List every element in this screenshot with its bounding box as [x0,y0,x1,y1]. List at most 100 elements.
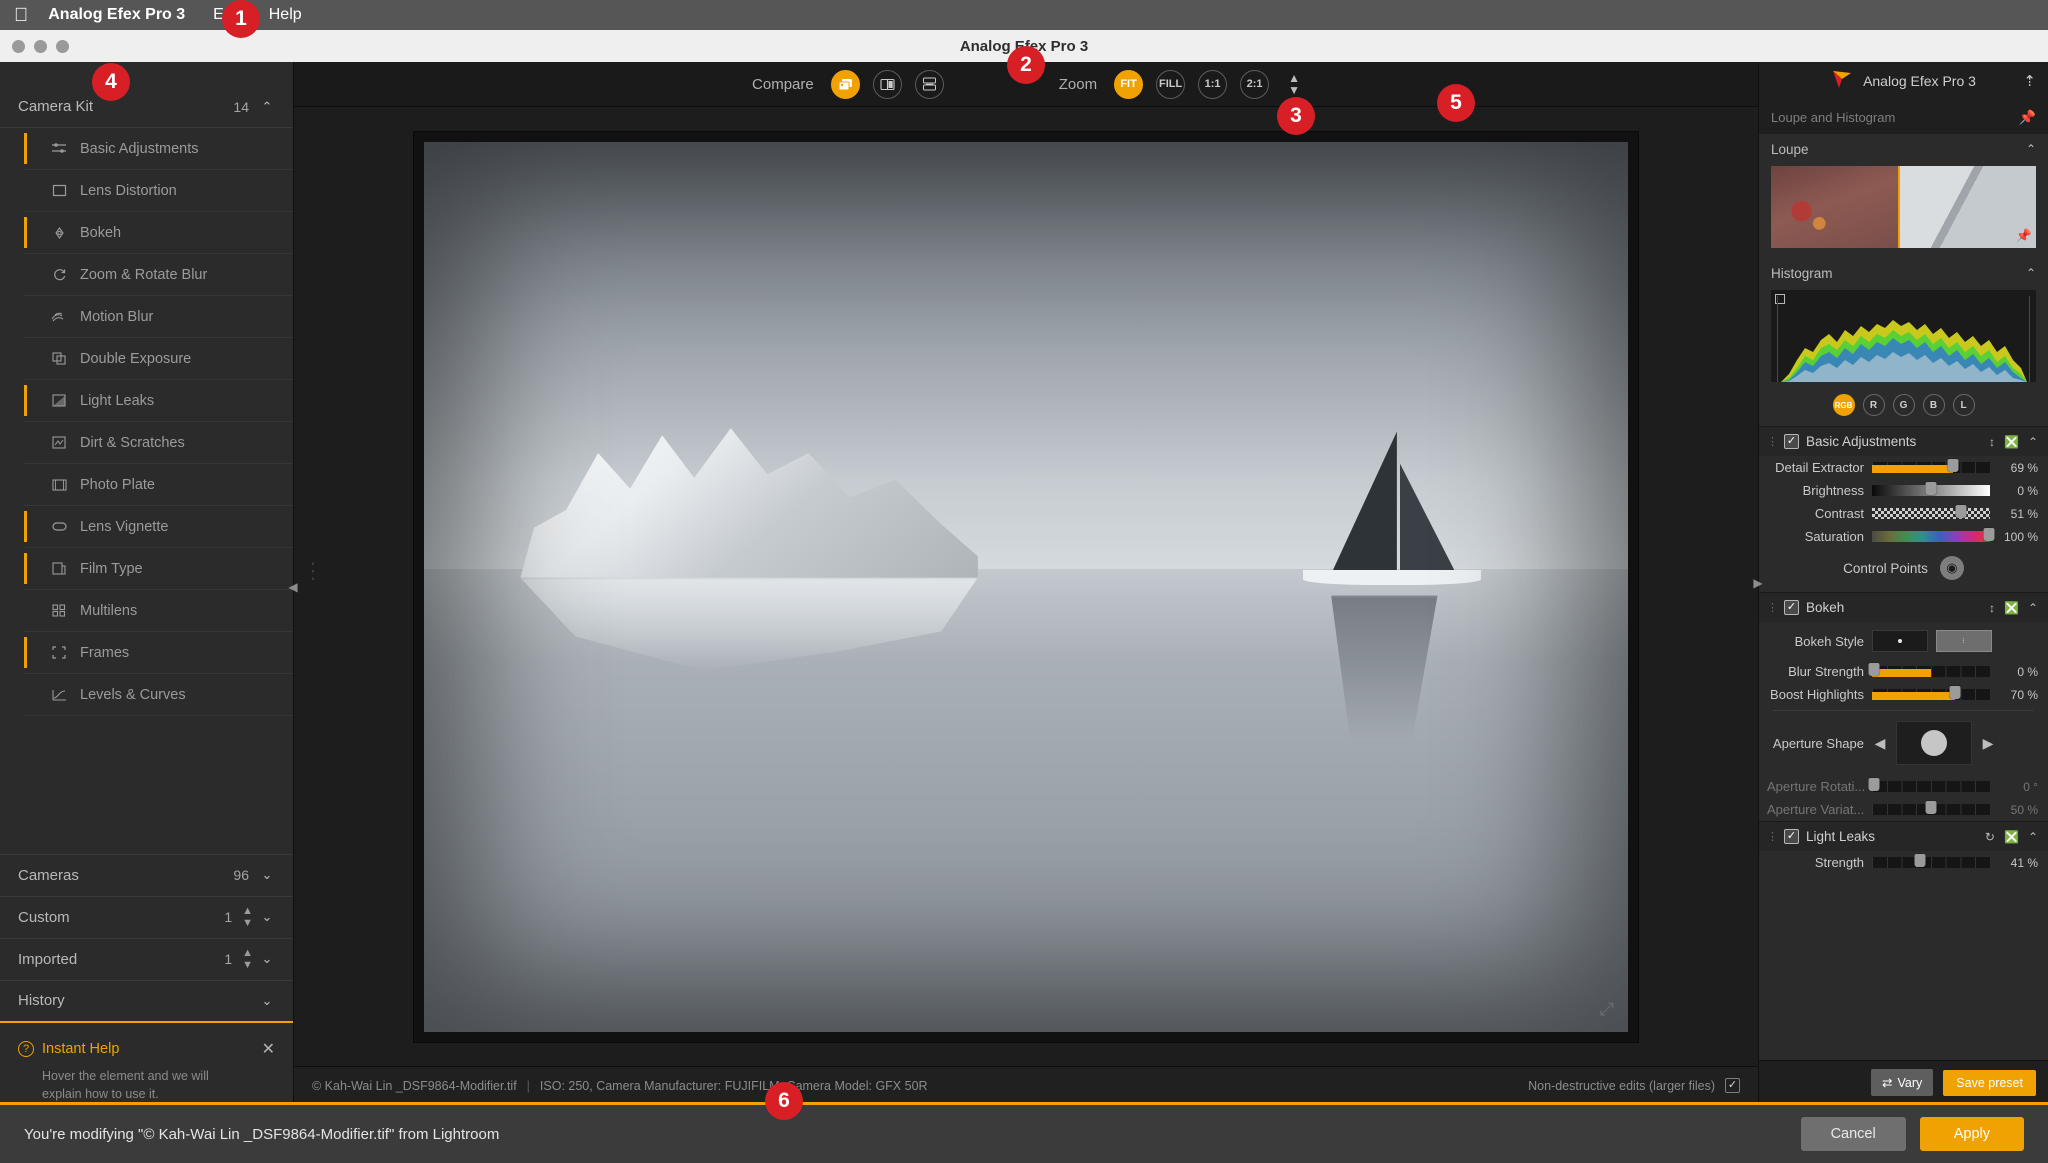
collapse-left-panel-button[interactable]: ◀ [286,572,300,602]
drag-grip-icon[interactable]: ⋮ [1767,831,1778,842]
slider-row-saturation[interactable]: Saturation 100 % [1759,525,2048,548]
close-icon[interactable]: ✕ [262,1039,275,1059]
slider-knob[interactable] [1925,482,1937,495]
sidebar-item-light-leaks[interactable]: Light Leaks [24,380,293,422]
sidebar-item-double-exposure[interactable]: Double Exposure [24,338,293,380]
pin-icon[interactable]: 📌 [2019,109,2036,126]
drag-grip-icon[interactable]: ⋮ [1767,602,1778,613]
resize-handle-icon[interactable]: ⤢ [1600,999,1614,1020]
loupe-histogram-header[interactable]: Loupe and Histogram 📌 [1759,100,2048,134]
control-points-row[interactable]: Control Points ◉ [1759,548,2048,592]
slider-knob[interactable] [1983,528,1995,541]
apple-icon[interactable]:  [14,6,28,25]
chevron-down-icon[interactable]: ⌄ [259,993,275,1009]
effect-header-light-leaks[interactable]: ⋮ ✓ Light Leaks ↻ ❎ ⌃ [1759,821,2048,851]
up-down-stepper-icon[interactable]: ↕ [1989,601,1995,615]
channel-b-button[interactable]: B [1922,394,1945,416]
sidebar-item-zoom-rotate-blur[interactable]: Zoom & Rotate Blur [24,254,293,296]
chevron-up-icon[interactable]: ⌃ [2028,830,2038,844]
slider-track[interactable] [1872,528,1995,542]
arrow-left-icon[interactable]: ◀ [1872,733,1888,753]
slider-knob[interactable] [1925,801,1937,814]
sidebar-item-levels-curves[interactable]: Levels & Curves [24,674,293,716]
effect-checkbox[interactable]: ✓ [1784,600,1799,615]
slider-knob[interactable] [1949,686,1961,699]
slider-row-detail-extractor[interactable]: Detail Extractor 69 % [1759,456,2048,479]
up-down-stepper-icon[interactable]: ▲ ▼ [242,947,253,971]
slider-track[interactable] [1872,801,1990,815]
refresh-icon[interactable]: ↻ [1985,830,1995,844]
slider-row-contrast[interactable]: Contrast 51 % [1759,502,2048,525]
up-down-stepper-icon[interactable]: ↕ [1989,435,1995,449]
slider-track[interactable] [1872,505,1990,519]
effect-checkbox[interactable]: ✓ [1784,434,1799,449]
collapse-right-panel-button[interactable]: ▶ [1751,568,1765,598]
slider-track[interactable] [1868,663,1990,677]
aperture-shape-preview[interactable] [1896,721,1972,765]
sidebar-item-lens-vignette[interactable]: Lens Vignette [24,506,293,548]
channel-l-button[interactable]: L [1952,394,1975,416]
slider-knob[interactable] [1955,505,1966,518]
drag-grip-icon[interactable]: ⋮ [1767,436,1778,447]
effect-checkbox[interactable]: ✓ [1784,829,1799,844]
collapse-all-icon[interactable]: ⇡ [2023,72,2036,90]
slider-knob[interactable] [1947,459,1959,472]
chevron-up-icon[interactable]: ⌃ [2026,142,2036,156]
slider-knob[interactable] [1868,663,1880,676]
photo-preview[interactable]: ⤢ [424,141,1628,1032]
sidebar-item-photo-plate[interactable]: Photo Plate [24,464,293,506]
bokeh-style-option-2[interactable]: ⁝ [1936,630,1992,652]
section-header-cameras[interactable]: Cameras 96 ⌄ [0,855,293,897]
sidebar-item-dirt-scratches[interactable]: Dirt & Scratches [24,422,293,464]
slider-knob[interactable] [1868,778,1880,791]
slider-row-aperture-rotation[interactable]: Aperture Rotati... 0 ° [1759,775,2048,798]
channel-r-button[interactable]: R [1862,394,1885,416]
nondestructive-checkbox[interactable]: ✓ [1725,1078,1740,1093]
chevron-up-icon[interactable]: ⌃ [2028,435,2038,449]
sidebar-item-film-type[interactable]: Film Type [24,548,293,590]
apply-button[interactable]: Apply [1919,1117,2024,1151]
nondestructive-group[interactable]: Non-destructive edits (larger files) ✓ [1528,1078,1740,1093]
compare-sidebyside-icon[interactable] [914,69,944,99]
sidebar-item-multilens[interactable]: Multilens [24,590,293,632]
effect-header-basic-adjustments[interactable]: ⋮ ✓ Basic Adjustments ↕ ❎ ⌃ [1759,426,2048,456]
vary-button[interactable]: ⇄ Vary [1871,1069,1934,1096]
slider-track[interactable] [1872,686,1990,700]
compare-stack-icon[interactable] [830,69,860,99]
histogram-chart[interactable] [1771,290,2036,382]
chevron-up-icon[interactable]: ⌃ [2028,601,2038,615]
section-header-history[interactable]: History ⌄ [0,981,293,1023]
loupe-divider[interactable] [1898,166,1901,248]
slider-row-strength[interactable]: Strength 41 % [1759,851,2048,874]
chevron-down-icon[interactable]: ⌄ [259,951,275,967]
slider-knob[interactable] [1914,854,1926,867]
chevron-up-icon[interactable]: ⌃ [259,99,275,115]
slider-track[interactable] [1868,778,1990,792]
chevron-down-icon[interactable]: ⌄ [259,909,275,925]
right-panel-scroll[interactable]: Loupe and Histogram 📌 Loupe ⌃ 📌 Histogra… [1759,100,2048,1060]
loupe-section-header[interactable]: Loupe ⌃ [1759,134,2048,164]
section-header-imported[interactable]: Imported 1 ▲ ▼ ⌄ [0,939,293,981]
sidebar-item-lens-distortion[interactable]: Lens Distortion [24,170,293,212]
slider-row-brightness[interactable]: Brightness 0 % [1759,479,2048,502]
chevron-up-icon[interactable]: ⌃ [2026,266,2036,280]
pin-icon[interactable]: 📌 [2016,228,2032,244]
save-preset-button[interactable]: Save preset [1943,1069,2036,1096]
sidebar-item-frames[interactable]: Frames [24,632,293,674]
cancel-button[interactable]: Cancel [1800,1117,1906,1151]
sidebar-item-basic-adjustments[interactable]: Basic Adjustments [24,128,293,170]
histogram-section-header[interactable]: Histogram ⌃ [1759,258,2048,288]
reset-circle-icon[interactable]: ❎ [2004,435,2019,449]
sidebar-item-motion-blur[interactable]: Motion Blur [24,296,293,338]
bokeh-style-row[interactable]: Bokeh Style ⁝ [1759,622,2048,660]
up-down-stepper-icon[interactable]: ▲ ▼ [1288,72,1300,96]
image-canvas[interactable]: ⋮ ⤢ ◀ [288,107,1758,1066]
reset-circle-icon[interactable]: ❎ [2004,601,2019,615]
menu-item-help[interactable]: Help [269,6,302,24]
channel-rgb-button[interactable]: RGB [1832,394,1855,416]
arrow-right-icon[interactable]: ▶ [1980,733,1996,753]
channel-g-button[interactable]: G [1892,394,1915,416]
effect-header-bokeh[interactable]: ⋮ ✓ Bokeh ↕ ❎ ⌃ [1759,592,2048,622]
reset-circle-icon[interactable]: ❎ [2004,830,2019,844]
aperture-shape-row[interactable]: Aperture Shape ◀ ▶ [1759,715,2048,775]
